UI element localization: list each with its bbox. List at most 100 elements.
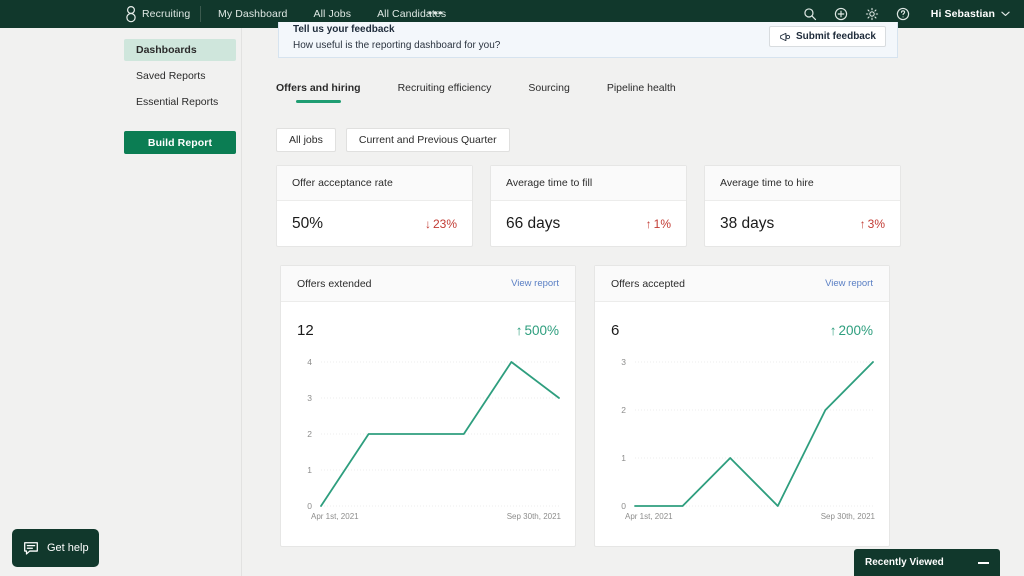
y-tick-label: 2 [621, 405, 626, 415]
kpi-card-offer-acceptance-rate: Offer acceptance rate 50% ↓ 23% [276, 165, 473, 247]
kpi-value: 50% [292, 215, 323, 233]
filter-label: All jobs [289, 134, 323, 146]
y-tick-label: 4 [307, 357, 312, 367]
view-report-link[interactable]: View report [825, 278, 873, 289]
nav-more-icon[interactable]: ••• [428, 8, 444, 18]
main-content: Tell us your feedback How useful is the … [242, 28, 1024, 576]
nav-link-my-dashboard[interactable]: My Dashboard [218, 8, 287, 20]
sidebar-item-label: Essential Reports [136, 96, 218, 108]
y-tick-label: 3 [621, 357, 626, 367]
tab-label: Offers and hiring [276, 82, 361, 94]
chart-x-axis-labels: Apr 1st, 2021 Sep 30th, 2021 [311, 512, 561, 521]
filter-all-jobs[interactable]: All jobs [276, 128, 336, 152]
nav-brand-label: Recruiting [142, 8, 190, 20]
chart-summary: 6 ↑ 200% [595, 302, 889, 344]
chart-title: Offers accepted [611, 278, 685, 290]
chart-title: Offers extended [297, 278, 372, 290]
kpi-delta: ↑ 3% [860, 217, 885, 231]
chart-change-arrow-icon: ↑ [516, 323, 523, 338]
sidebar-item-essential-reports[interactable]: Essential Reports [124, 91, 236, 113]
tab-recruiting-efficiency[interactable]: Recruiting efficiency [398, 82, 492, 103]
chart-plot-area: 01234 Apr 1st, 2021 Sep 30th, 2021 [281, 344, 575, 536]
tab-label: Recruiting efficiency [398, 82, 492, 94]
sidebar: Dashboards Saved Reports Essential Repor… [118, 28, 242, 576]
kpi-title: Offer acceptance rate [277, 166, 472, 201]
plus-circle-icon[interactable] [834, 7, 849, 22]
tab-label: Sourcing [528, 82, 569, 94]
submit-feedback-button[interactable]: Submit feedback [769, 26, 886, 47]
tab-pipeline-health[interactable]: Pipeline health [607, 82, 676, 103]
chart-plot-area: 0123 Apr 1st, 2021 Sep 30th, 2021 [595, 344, 889, 536]
line-chart-svg: 01234 [295, 354, 563, 524]
get-help-label: Get help [47, 542, 89, 554]
build-report-label: Build Report [148, 137, 212, 149]
y-tick-label: 1 [307, 465, 312, 475]
tab-bar: Offers and hiring Recruiting efficiency … [276, 82, 713, 103]
sidebar-item-label: Saved Reports [136, 70, 205, 82]
nav-link-all-jobs[interactable]: All Jobs [313, 8, 351, 20]
kpi-delta-arrow-icon: ↓ [425, 217, 431, 231]
x-tick-label-start: Apr 1st, 2021 [311, 512, 359, 521]
filter-bar: All jobs Current and Previous Quarter [276, 128, 510, 152]
search-icon[interactable] [803, 7, 818, 22]
get-help-button[interactable]: Get help [12, 529, 99, 567]
filter-label: Current and Previous Quarter [359, 134, 497, 146]
recently-viewed-label: Recently Viewed [865, 557, 944, 568]
user-menu[interactable]: Hi Sebastian [931, 8, 1010, 20]
chart-card-header: Offers extended View report [281, 266, 575, 302]
recently-viewed-panel[interactable]: Recently Viewed [854, 549, 1000, 576]
chart-x-axis-labels: Apr 1st, 2021 Sep 30th, 2021 [625, 512, 875, 521]
kpi-delta: ↑ 1% [646, 217, 671, 231]
kpi-delta-value: 1% [654, 217, 671, 231]
chart-card-row: Offers extended View report 12 ↑ 500% 01… [280, 265, 890, 547]
chat-bubble-icon [22, 539, 40, 557]
chart-change-value: 200% [838, 323, 873, 338]
chart-change-value: 500% [524, 323, 559, 338]
kpi-delta-value: 3% [868, 217, 885, 231]
vonq-logo-icon[interactable] [124, 4, 138, 24]
kpi-card-row: Offer acceptance rate 50% ↓ 23% Average … [276, 165, 901, 247]
help-circle-icon[interactable] [896, 7, 911, 22]
chart-change: ↑ 500% [516, 323, 559, 338]
y-tick-label: 2 [307, 429, 312, 439]
nav-links: My Dashboard All Jobs All Candidates [218, 8, 446, 20]
chart-change-arrow-icon: ↑ [830, 323, 837, 338]
submit-feedback-label: Submit feedback [796, 31, 876, 42]
chevron-down-icon [1001, 11, 1010, 17]
sidebar-top-spacer [118, 28, 242, 39]
kpi-title: Average time to hire [705, 166, 900, 201]
tab-offers-and-hiring[interactable]: Offers and hiring [276, 82, 361, 103]
minimize-icon[interactable] [978, 562, 989, 564]
megaphone-icon [779, 31, 791, 43]
y-tick-label: 0 [307, 501, 312, 511]
filter-date-range[interactable]: Current and Previous Quarter [346, 128, 510, 152]
app-screen: Recruiting My Dashboard All Jobs All Can… [0, 0, 1024, 576]
kpi-delta-arrow-icon: ↑ [860, 217, 866, 231]
line-chart-svg: 0123 [609, 354, 877, 524]
sidebar-item-dashboards[interactable]: Dashboards [124, 39, 236, 61]
x-tick-label-start: Apr 1st, 2021 [625, 512, 673, 521]
kpi-body: 50% ↓ 23% [277, 201, 472, 246]
build-report-button[interactable]: Build Report [124, 131, 236, 154]
chart-line-series [635, 362, 873, 506]
kpi-title: Average time to fill [491, 166, 686, 201]
kpi-body: 38 days ↑ 3% [705, 201, 900, 246]
sidebar-item-saved-reports[interactable]: Saved Reports [124, 65, 236, 87]
chart-card-header: Offers accepted View report [595, 266, 889, 302]
kpi-card-average-time-to-hire: Average time to hire 38 days ↑ 3% [704, 165, 901, 247]
kpi-delta-arrow-icon: ↑ [646, 217, 652, 231]
feedback-title: Tell us your feedback [293, 24, 500, 35]
tab-sourcing[interactable]: Sourcing [528, 82, 569, 103]
kpi-delta: ↓ 23% [425, 217, 457, 231]
x-tick-label-end: Sep 30th, 2021 [821, 512, 875, 521]
tab-label: Pipeline health [607, 82, 676, 94]
user-greeting-label: Hi Sebastian [931, 8, 995, 20]
sidebar-item-label: Dashboards [136, 44, 197, 56]
chart-card-offers-extended: Offers extended View report 12 ↑ 500% 01… [280, 265, 576, 547]
chart-card-offers-accepted: Offers accepted View report 6 ↑ 200% 012… [594, 265, 890, 547]
chart-change: ↑ 200% [830, 323, 873, 338]
kpi-card-average-time-to-fill: Average time to fill 66 days ↑ 1% [490, 165, 687, 247]
view-report-link[interactable]: View report [511, 278, 559, 289]
gear-icon[interactable] [865, 7, 880, 22]
chart-total-value: 12 [297, 322, 314, 339]
